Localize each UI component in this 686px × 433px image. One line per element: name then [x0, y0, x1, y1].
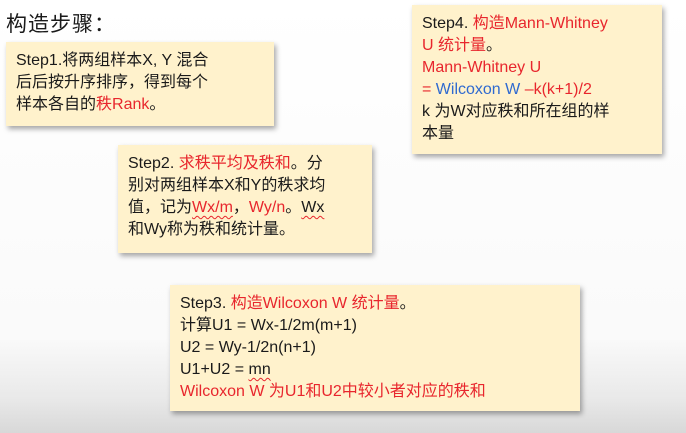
step3-line3: U2 = Wy-1/2n(n+1): [180, 339, 316, 356]
step2-wy-n: Wy/n: [248, 199, 286, 216]
step4-heading-highlight: 构造Mann-Whitney: [472, 15, 608, 32]
step4-box: Step4. 构造Mann-Whitney U 统计量。 Mann-Whitne…: [412, 5, 662, 154]
step2-line2: 别对两组样本X和Y的秩求均: [128, 177, 326, 194]
step3-mn: mn: [248, 361, 271, 378]
step3-box: Step3. 构造Wilcoxon W 统计量。 计算U1 = Wx-1/2m(…: [170, 285, 580, 411]
step4-label: Step4.: [422, 15, 473, 32]
step1-line3-end: 。: [149, 96, 166, 113]
step1-line3: 样本各自的秩Rank。: [16, 94, 264, 116]
step3-line1-end: 。: [399, 295, 416, 312]
step3-label: Step3.: [180, 295, 231, 312]
step2-line4: 和Wy称为秩和统计量。: [128, 221, 295, 238]
step4-line2: U 统计量。: [422, 35, 652, 57]
step4-formula: –k(k+1)/2: [520, 81, 592, 98]
step1-line3-text: 样本各自的: [16, 96, 97, 113]
step3-line2: 计算U1 = Wx-1/2m(m+1): [180, 317, 357, 334]
step4-line4: = Wilcoxon W –k(k+1)/2: [422, 79, 652, 101]
step4-line1: Step4. 构造Mann-Whitney: [422, 13, 652, 35]
step4-line3: Mann-Whitney U: [422, 59, 542, 76]
step3-line4-text: U1+U2 =: [180, 361, 249, 378]
step3-line1: Step3. 构造Wilcoxon W 统计量。: [180, 293, 570, 315]
step2-comma: ，: [232, 199, 249, 216]
step2-line1: Step2. 求秩平均及秩和。分: [128, 153, 362, 175]
page-title: 构造步骤：: [6, 13, 116, 36]
step2-line3: 值，记为Wx/m，Wy/n。Wx: [128, 197, 362, 219]
step2-wx: Wx: [301, 199, 325, 216]
step1-rank-highlight: 秩Rank: [96, 96, 150, 113]
step2-wx-m: Wx/m: [192, 199, 233, 216]
step3-heading-highlight: 构造Wilcoxon W 统计量: [230, 295, 400, 312]
step3-line5: Wilcoxon W 为U1和U2中较小者对应的秩和: [180, 383, 486, 400]
step1-line2: 后后按升序排序，得到每个: [16, 74, 209, 91]
step4-wilcoxon-w: Wilcoxon W: [435, 81, 521, 98]
step2-line3-text: 值，记为: [128, 199, 193, 216]
step2-period: 。: [285, 199, 302, 216]
step2-box: Step2. 求秩平均及秩和。分 别对两组样本X和Y的秩求均 值，记为Wx/m，…: [118, 145, 372, 253]
step4-eq: =: [422, 81, 436, 98]
step2-label: Step2.: [128, 155, 179, 172]
step2-heading-highlight: 求秩平均及秩和: [178, 155, 291, 172]
step2-line1-end: 。分: [290, 155, 323, 172]
step4-heading-cont: U 统计量: [422, 37, 487, 54]
step4-line6: 本量: [422, 125, 455, 142]
step4-line2-end: 。: [486, 37, 503, 54]
step4-line5: k 为W对应秩和所在组的样: [422, 103, 610, 120]
step1-line1: Step1.将两组样本X, Y 混合: [16, 52, 209, 69]
step3-line4: U1+U2 = mn: [180, 359, 570, 381]
step1-box: Step1.将两组样本X, Y 混合 后后按升序排序，得到每个 样本各自的秩Ra…: [6, 42, 274, 126]
